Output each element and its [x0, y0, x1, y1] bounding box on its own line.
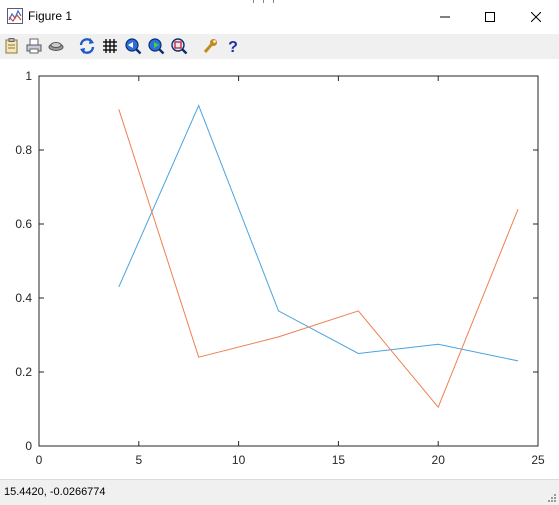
svg-text:?: ? [228, 39, 238, 55]
figure-window: Figure 1 ? 0 5 10 15 20 25 0 0.2 0.4 0.6… [0, 0, 559, 505]
x-tick-label: 5 [135, 453, 142, 467]
x-tick-label: 20 [432, 453, 446, 467]
copy-icon[interactable] [3, 37, 21, 55]
x-tick-label: 25 [531, 453, 545, 467]
print-icon[interactable] [25, 37, 43, 55]
zoom-in-icon[interactable] [124, 37, 142, 55]
y-tick-label: 0.4 [15, 291, 32, 305]
help-icon[interactable]: ? [224, 37, 242, 55]
window-grip-marks [253, 0, 274, 3]
figure-app-icon [7, 8, 23, 24]
x-tick-label: 10 [232, 453, 246, 467]
x-tick-label: 0 [36, 453, 43, 467]
rotate-view-icon[interactable] [47, 37, 65, 55]
cursor-coordinates: 15.4420, -0.0266774 [4, 486, 106, 498]
title-bar: Figure 1 [0, 0, 559, 34]
close-button[interactable] [513, 0, 559, 34]
x-tick-label: 15 [332, 453, 346, 467]
maximize-button[interactable] [467, 0, 513, 34]
close-icon [531, 12, 541, 22]
grid-toggle-icon[interactable] [101, 37, 119, 55]
y-tick-label: 0 [25, 439, 32, 453]
properties-wrench-icon[interactable] [201, 37, 219, 55]
refresh-axes-icon[interactable] [78, 37, 96, 55]
axes-background [38, 75, 539, 447]
y-tick-label: 0.2 [15, 365, 32, 379]
status-bar: 15.4420, -0.0266774 [0, 479, 559, 505]
line-chart[interactable]: 0 5 10 15 20 25 0 0.2 0.4 0.6 0.8 1 [0, 59, 559, 479]
zoom-box-icon[interactable] [170, 37, 188, 55]
zoom-out-icon[interactable] [147, 37, 165, 55]
y-tick-label: 0.8 [15, 143, 32, 157]
resize-grip-icon[interactable] [547, 493, 557, 503]
y-tick-label: 0.6 [15, 217, 32, 231]
plot-canvas[interactable]: 0 5 10 15 20 25 0 0.2 0.4 0.6 0.8 1 [0, 59, 559, 479]
minimize-icon [440, 16, 450, 18]
minimize-button[interactable] [422, 0, 468, 34]
window-title: Figure 1 [28, 9, 73, 23]
y-tick-label: 1 [25, 69, 32, 83]
figure-toolbar: ? [0, 34, 559, 59]
maximize-icon [485, 12, 495, 22]
